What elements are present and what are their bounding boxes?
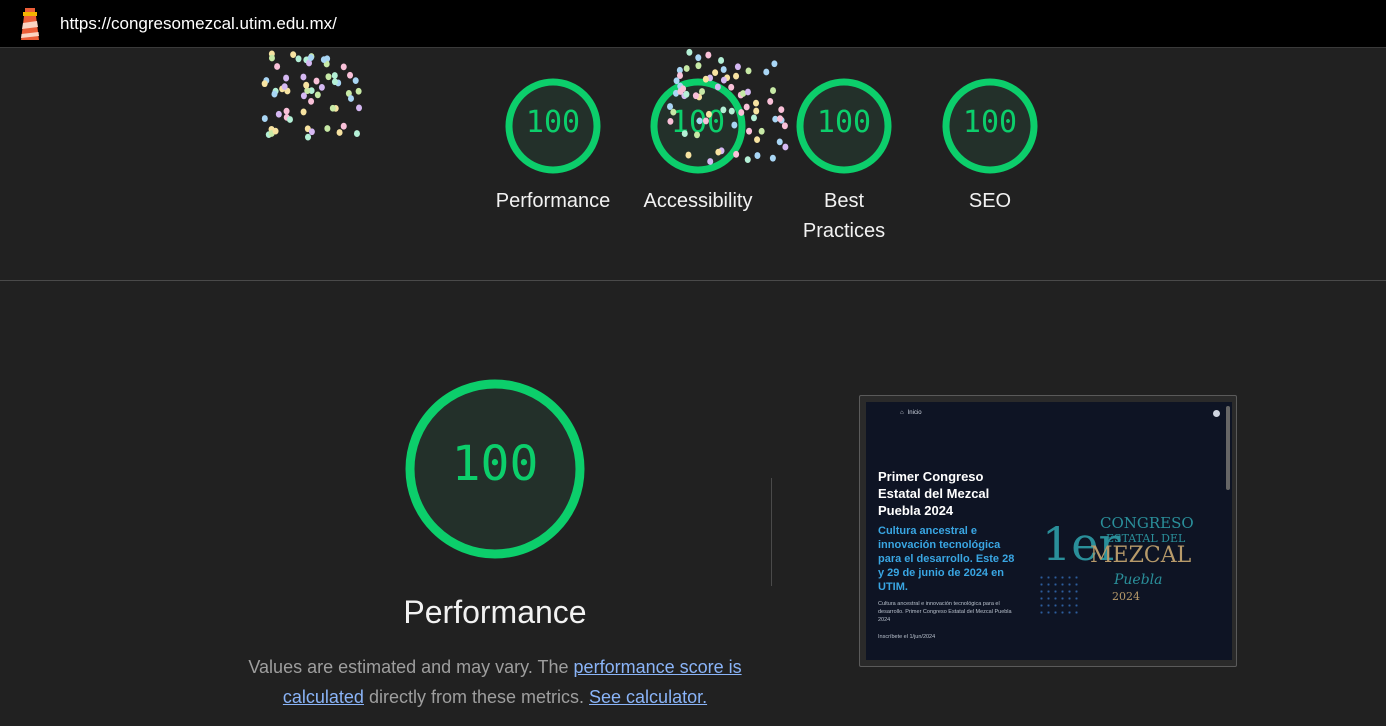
confetti-piece [323, 60, 330, 68]
desc-text: Values are estimated and may vary. The [248, 657, 574, 677]
logo-text-mezcal: MEZCAL [1090, 543, 1192, 568]
confetti-piece [686, 48, 693, 56]
confetti-piece [720, 66, 727, 73]
final-screenshot[interactable]: ⌂ Inicio Primer Congreso Estatal del Mez… [859, 395, 1237, 667]
performance-gauge-large: 100 [402, 376, 588, 562]
gauge-score: 100 [962, 105, 1018, 140]
performance-title: Performance [403, 594, 587, 630]
gauge-label: Performance [495, 190, 611, 212]
screenshot-cta: Inscríbete el 1/jun/2024 [878, 634, 936, 640]
theme-toggle-icon [1213, 410, 1220, 417]
desc-text: directly from these metrics. [363, 687, 590, 707]
screenshot-body: Cultura ancestral e innovación tecnológi… [878, 601, 1012, 623]
performance-description: Values are estimated and may vary. The p… [245, 652, 745, 712]
screenshot-title: Primer Congreso Estatal del Mezcal Puebl… [878, 469, 990, 518]
screenshot-subtitle: Cultura ancestral e innovación tecnológi… [878, 525, 1015, 593]
congreso-logo: 1er CONGRESO ESTATAL DEL MEZCAL Puebla 2… [1042, 514, 1194, 603]
gauge-performance[interactable]: 100 Performance [478, 78, 628, 216]
logo-text-puebla: Puebla [1113, 572, 1163, 588]
confetti-piece [295, 55, 302, 63]
page-url[interactable]: https://congresomezcal.utim.edu.mx/ [60, 14, 337, 34]
confetti-piece [268, 50, 275, 58]
gauge-score: 100 [816, 105, 872, 140]
home-icon: ⌂ [900, 410, 904, 416]
see-calculator-link[interactable]: See calculator. [589, 687, 707, 707]
confetti-piece [290, 51, 297, 58]
gauge-accessibility[interactable]: 100 Accessibility [623, 78, 773, 216]
lighthouse-icon [21, 8, 39, 40]
category-gauges: 100 Performance 100 Accessibility 100 Be… [0, 78, 1386, 278]
confetti-piece [771, 60, 778, 68]
confetti-piece [712, 69, 719, 76]
confetti-piece [763, 68, 770, 76]
section-divider [0, 280, 1386, 281]
confetti-piece [734, 63, 741, 71]
confetti-piece [324, 55, 331, 63]
confetti-piece [695, 54, 702, 62]
logo-text-congreso: CONGRESO [1100, 514, 1194, 532]
screenshot-nav: ⌂ Inicio [900, 410, 922, 416]
confetti-piece [695, 62, 702, 70]
confetti-piece [303, 56, 310, 64]
confetti-piece [705, 51, 712, 59]
confetti-piece [745, 67, 752, 75]
confetti-piece [306, 59, 313, 67]
confetti-piece [307, 54, 314, 62]
nav-label: Inicio [907, 410, 922, 416]
top-bar: https://congresomezcal.utim.edu.mx/ [0, 0, 1386, 48]
gauge-score: 100 [525, 105, 581, 140]
gauge-label: Accessibility [643, 190, 753, 212]
gauge-label: SEO [968, 190, 1012, 212]
scrollbar [1226, 406, 1230, 490]
confetti-piece [274, 63, 281, 70]
performance-score: 100 [451, 436, 539, 492]
confetti-piece [304, 56, 311, 64]
vertical-divider [771, 478, 772, 586]
confetti-piece [308, 53, 315, 60]
confetti-piece [683, 65, 690, 72]
confetti-piece [340, 63, 347, 71]
confetti-piece [268, 54, 275, 62]
gauge-label: Best Practices [802, 190, 886, 242]
gauge-score: 100 [670, 105, 726, 140]
logo-text-year: 2024 [1112, 590, 1140, 603]
gauge-best-practices[interactable]: 100 Best Practices [769, 78, 919, 246]
screenshot-viewport: ⌂ Inicio Primer Congreso Estatal del Mez… [866, 402, 1232, 660]
confetti-piece [676, 66, 683, 74]
confetti-piece [718, 57, 725, 64]
confetti-piece [320, 56, 327, 63]
gauge-seo[interactable]: 100 SEO [915, 78, 1065, 216]
